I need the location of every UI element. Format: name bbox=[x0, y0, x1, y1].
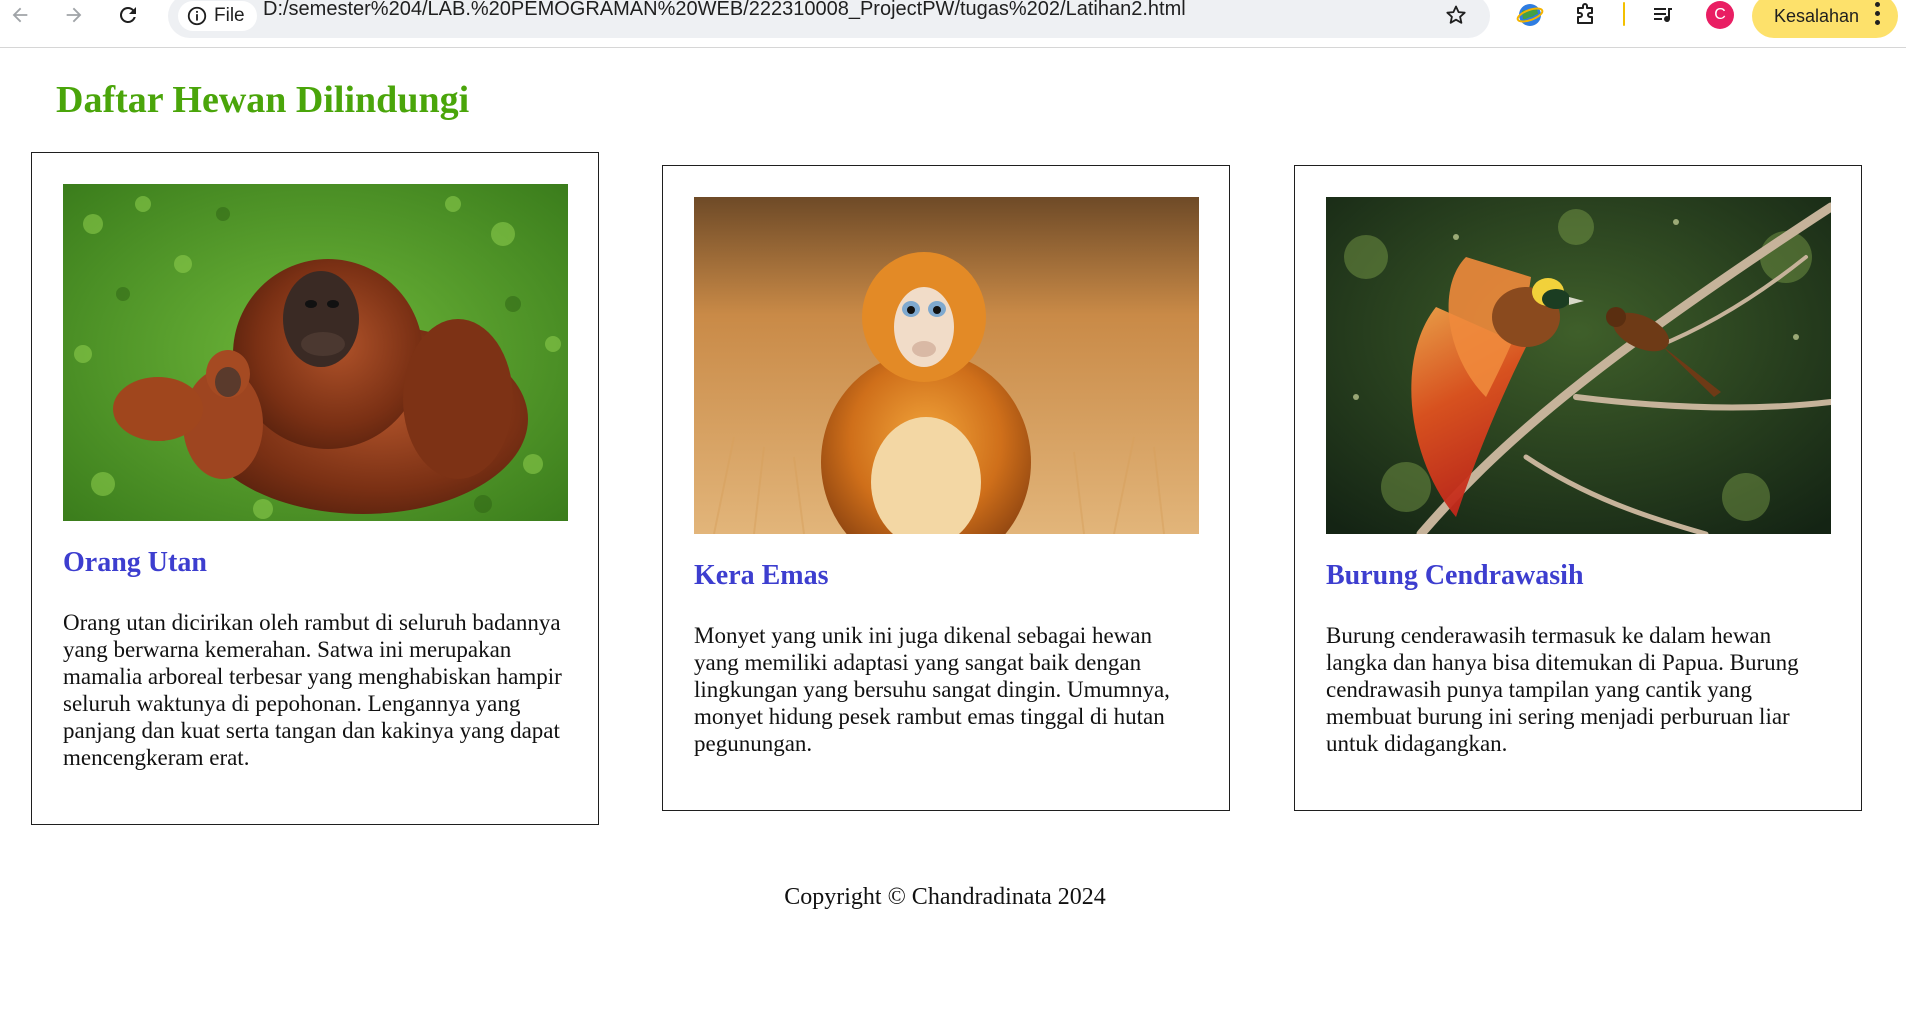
error-status-button[interactable]: Kesalahan bbox=[1752, 0, 1898, 38]
forward-icon bbox=[66, 7, 82, 23]
card-description: Monyet yang unik ini juga dikenal sebaga… bbox=[694, 623, 1170, 756]
golden-monkey-photo bbox=[694, 197, 1199, 534]
reload-icon bbox=[119, 6, 136, 23]
reload-button[interactable] bbox=[110, 0, 146, 30]
animal-card: Kera Emas Monyet yang unik ini juga dike… bbox=[662, 165, 1230, 811]
profile-avatar[interactable]: C bbox=[1706, 1, 1734, 29]
site-info-label: File bbox=[214, 5, 245, 26]
card-description: Burung cenderawasih termasuk ke dalam he… bbox=[1326, 623, 1799, 756]
back-button[interactable] bbox=[2, 0, 38, 30]
extensions-button[interactable] bbox=[1568, 0, 1602, 30]
card-description: Orang utan dicirikan oleh rambut di selu… bbox=[63, 610, 562, 770]
animal-card: Orang Utan Orang utan dicirikan oleh ram… bbox=[31, 152, 599, 825]
forward-button[interactable] bbox=[56, 0, 92, 30]
browser-toolbar: File D:/semester%204/LAB.%20PEMOGRAMAN%2… bbox=[0, 0, 1906, 48]
toolbar-divider bbox=[1623, 2, 1625, 26]
card-title: Burung Cendrawasih bbox=[1326, 560, 1584, 591]
extension-button[interactable] bbox=[1513, 0, 1547, 30]
back-icon bbox=[12, 7, 28, 23]
card-title: Orang Utan bbox=[63, 547, 207, 578]
error-status-label: Kesalahan bbox=[1774, 5, 1860, 26]
media-queue-button[interactable] bbox=[1646, 0, 1680, 30]
bookmark-star-icon bbox=[1446, 5, 1466, 24]
info-icon bbox=[187, 6, 207, 26]
bookmark-button[interactable] bbox=[1440, 0, 1472, 30]
bird-of-paradise-photo bbox=[1326, 197, 1831, 534]
card-title: Kera Emas bbox=[694, 560, 829, 591]
extensions-puzzle-icon bbox=[1577, 3, 1593, 24]
more-vert-icon bbox=[1874, 2, 1880, 25]
site-info-chip[interactable]: File bbox=[178, 1, 257, 31]
footer-copyright: Copyright © Chandradinata 2024 bbox=[784, 884, 1106, 910]
animal-card: Burung Cendrawasih Burung cenderawasih t… bbox=[1294, 165, 1862, 811]
address-bar[interactable]: File D:/semester%204/LAB.%20PEMOGRAMAN%2… bbox=[168, 0, 1490, 38]
orangutan-photo bbox=[63, 184, 568, 521]
page-title: Daftar Hewan Dilindungi bbox=[56, 79, 470, 121]
extension-globe-icon bbox=[1516, 4, 1544, 26]
media-queue-icon bbox=[1654, 8, 1672, 23]
url-text[interactable]: D:/semester%204/LAB.%20PEMOGRAMAN%20WEB/… bbox=[263, 0, 1186, 21]
